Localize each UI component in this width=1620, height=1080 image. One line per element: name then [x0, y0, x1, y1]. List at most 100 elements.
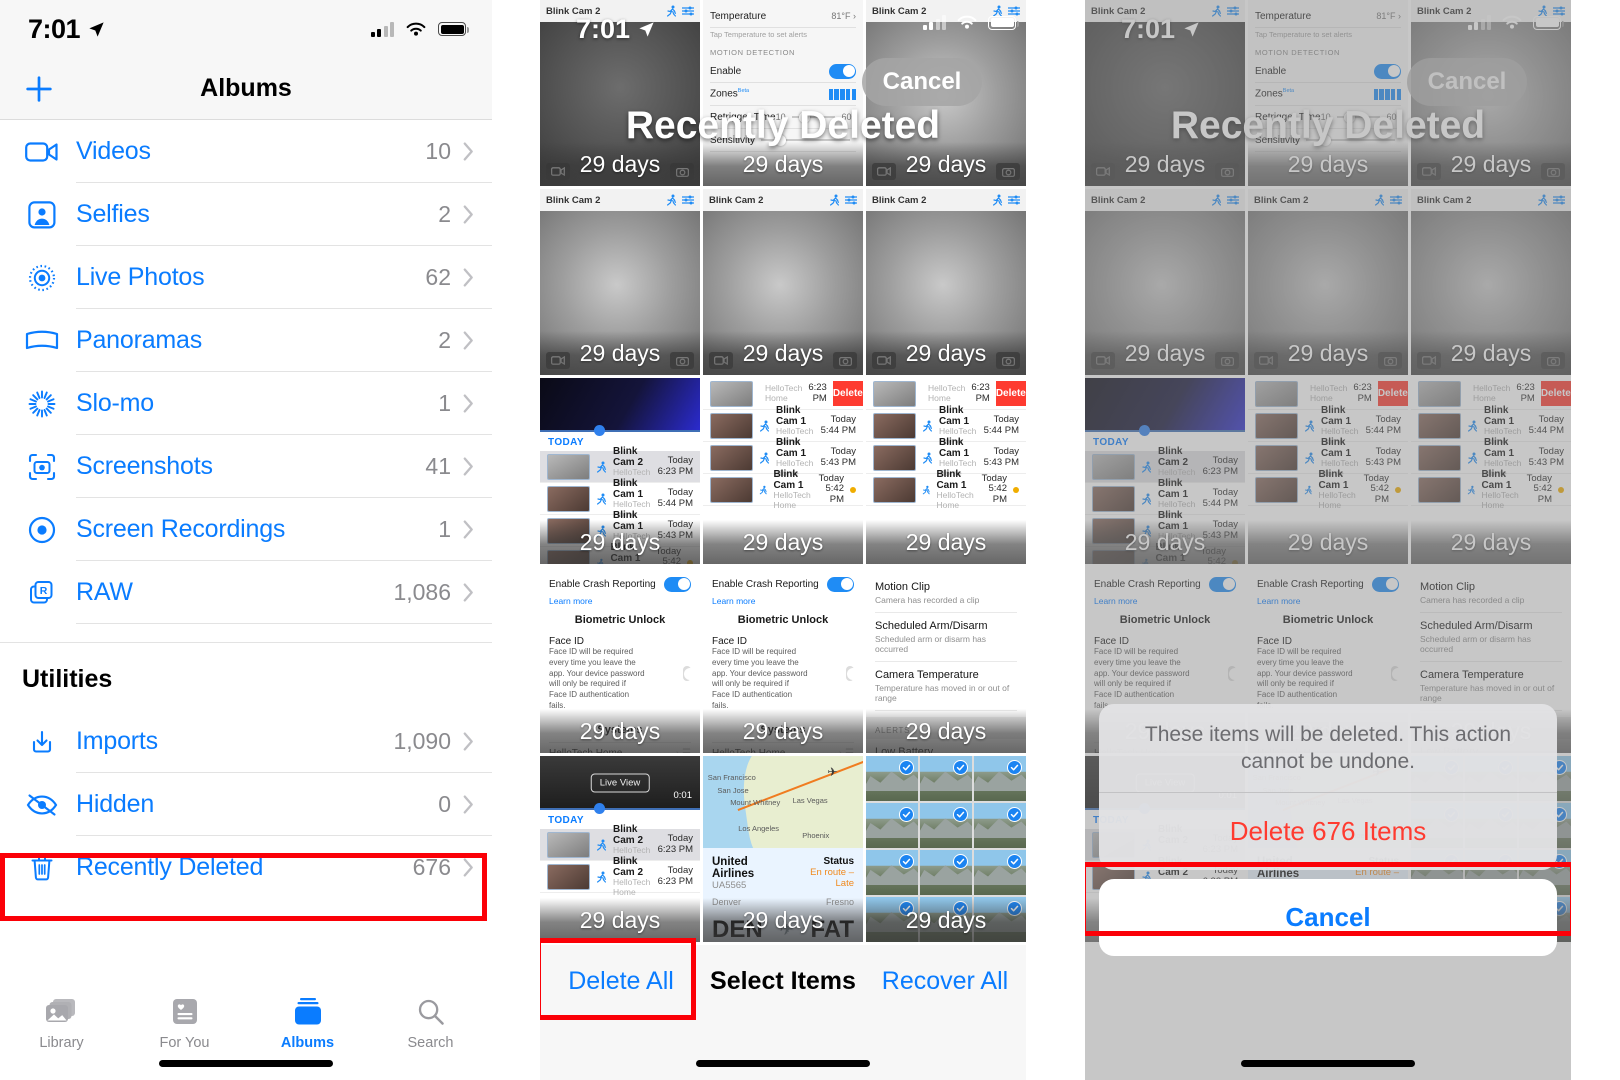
plus-icon[interactable] [22, 72, 56, 106]
cancel-button[interactable]: Cancel [862, 58, 982, 106]
album-label: Screen Recordings [76, 515, 286, 543]
face-id-toggle[interactable] [845, 666, 860, 682]
deleted-item-cell[interactable]: Blink Cam 2 29 days [866, 189, 1026, 375]
flight-map[interactable]: San Francisco San Jose Mount Whitney Las… [703, 756, 863, 848]
setting-zones[interactable]: ZonesBeta [710, 83, 856, 106]
album-row-screenshots[interactable]: Screenshots 41 [0, 435, 492, 498]
crash-reporting-toggle[interactable] [827, 577, 854, 592]
delete-items-button[interactable]: Delete 676 Items [1099, 793, 1557, 870]
clip-name: Blink Cam 1 [939, 437, 970, 460]
clip-row[interactable]: Blink Cam 2HelloTech Home Today6:23 PM [540, 856, 700, 896]
clip-time: 5:42 PM [988, 483, 1008, 505]
photo-thumbnail[interactable] [919, 802, 973, 849]
album-label: Videos [76, 137, 151, 165]
delete-swipe-button[interactable]: Delete [832, 381, 863, 406]
album-row-screen-recordings[interactable]: Screen Recordings 1 [0, 498, 492, 561]
album-row-videos[interactable]: Videos 10 [0, 120, 492, 183]
learn-more-link[interactable]: Learn more [549, 596, 691, 606]
sensitivity-slider[interactable] [761, 134, 850, 146]
page-title: Albums [200, 74, 292, 102]
selected-checkmark-icon [899, 806, 915, 822]
album-row-live-photos[interactable]: Live Photos 62 [0, 246, 492, 309]
album-row-selfies[interactable]: Selfies 2 [0, 183, 492, 246]
tab-search[interactable]: Search [369, 994, 492, 1051]
deleted-item-cell[interactable]: Motion Clip Camera has recorded a clip Sch… [866, 567, 1026, 753]
photos-library-icon [45, 994, 79, 1030]
days-remaining-label: 29 days [540, 709, 700, 753]
setting-enable[interactable]: Enable [710, 60, 856, 83]
photo-thumbnail[interactable] [866, 802, 919, 849]
select-items-button[interactable]: Select Items [702, 967, 864, 996]
face-id-toggle[interactable] [682, 666, 697, 682]
crash-reporting-row[interactable]: Enable Crash Reporting [549, 573, 691, 596]
tab-label: Search [407, 1035, 454, 1051]
deleted-item-cell[interactable]: 29 days [866, 756, 1026, 942]
deleted-item-cell[interactable]: Blink Cam 2 29 days [703, 189, 863, 375]
photo-thumbnail[interactable] [866, 756, 919, 802]
alert-row[interactable]: Motion Clip Camera has recorded a clip [875, 574, 1017, 613]
crash-reporting-toggle[interactable] [664, 577, 691, 592]
live-view-button[interactable]: Live View [590, 773, 650, 793]
photo-thumbnail[interactable] [919, 849, 973, 896]
utility-label: Imports [76, 727, 158, 755]
portrait-person-icon [22, 195, 62, 235]
clip-hero-preview[interactable] [540, 378, 700, 436]
clip-time: 6:23 PM [657, 465, 693, 477]
album-row-raw[interactable]: R RAW 1,086 [0, 561, 492, 624]
tab-albums[interactable]: Albums [246, 994, 369, 1051]
cancel-button[interactable]: Cancel [1099, 879, 1557, 956]
enable-toggle[interactable] [829, 63, 856, 79]
photo-thumbnail[interactable] [973, 849, 1026, 896]
deleted-item-cell[interactable]: TODAY Blink Cam 2 HelloTech Home Today 6:2… [540, 378, 700, 564]
face-id-row[interactable]: Face ID Face ID will be required every ti… [549, 632, 697, 716]
utility-row-hidden[interactable]: Hidden 0 [0, 773, 492, 836]
clip-row[interactable]: Blink Cam 1HelloTech Home Today5:42 PM [866, 469, 1026, 509]
utility-row-imports[interactable]: Imports 1,090 [0, 710, 492, 773]
deleted-item-cell[interactable]: Blink Cam 2 29 days [540, 189, 700, 375]
tab-library[interactable]: Library [0, 994, 123, 1051]
setting-temperature[interactable]: Temperature 81°F › [710, 5, 856, 28]
face-id-row[interactable]: Face ID Face ID will be required every ti… [712, 632, 860, 716]
clip-thumbnail [547, 485, 590, 512]
learn-more-link[interactable]: Learn more [712, 596, 854, 606]
alert-description: Temperature has moved in or out of range [875, 683, 1010, 703]
delete-swipe-button[interactable]: Delete [995, 381, 1026, 406]
photo-thumbnail[interactable] [973, 802, 1026, 849]
retrigger-slider[interactable] [791, 111, 836, 123]
deleted-item-cell[interactable]: HelloTech Home 6:23 PM Delete Blink Cam … [866, 378, 1026, 564]
clip-day: Today [830, 414, 856, 426]
for-you-card-icon [171, 994, 199, 1030]
delete-all-button[interactable]: Delete All [540, 967, 702, 996]
recover-all-button[interactable]: Recover All [864, 967, 1026, 996]
alert-description: Scheduled arm or disarm has occurred [875, 634, 987, 654]
crash-reporting-row[interactable]: Enable Crash Reporting [712, 573, 854, 596]
deleted-item-cell[interactable]: HelloTech Home 6:23 PM Delete Blink Cam … [703, 378, 863, 564]
deleted-item-cell[interactable]: Enable Crash Reporting Learn more Biomet… [540, 567, 700, 753]
map-city-label: San Francisco [707, 772, 756, 782]
deleted-item-cell[interactable]: Live View 0:01 TODAY Blink Cam 2HelloTec… [540, 756, 700, 942]
days-remaining-label: 29 days [540, 331, 700, 375]
photo-thumbnail[interactable] [919, 756, 973, 802]
crash-reporting-label: Enable Crash Reporting [549, 579, 656, 590]
album-row-panoramas[interactable]: Panoramas 2 [0, 309, 492, 372]
alert-row[interactable]: Scheduled Arm/Disarm Scheduled arm or dis… [875, 613, 1017, 662]
photo-thumbnail[interactable] [866, 849, 919, 896]
chevron-right-icon [463, 331, 473, 350]
album-label: Selfies [76, 200, 150, 228]
photo-thumbnail[interactable] [973, 756, 1026, 802]
utility-row-recently-deleted[interactable]: Recently Deleted 676 [0, 836, 492, 899]
chevron-right-icon [463, 583, 473, 602]
tab-for-you[interactable]: For You [123, 994, 246, 1051]
screenshot-stage: 7:01 Albums Videos 10 Selfies 2 Live Pho… [0, 0, 1620, 1080]
clip-row[interactable]: Blink Cam 1HelloTech Home Today5:42 PM [703, 469, 863, 509]
alert-row[interactable]: Camera Temperature Temperature has moved … [875, 662, 1017, 711]
live-view-preview[interactable]: Live View 0:01 [540, 756, 700, 814]
album-label: Live Photos [76, 263, 205, 291]
status-time: 7:01 [28, 13, 81, 44]
deleted-item-cell[interactable]: Temperature 81°F › Tap Temperature to set… [703, 0, 863, 186]
album-row-slo-mo[interactable]: Slo-mo 1 [0, 372, 492, 435]
deleted-item-cell[interactable]: San Francisco San Jose Mount Whitney Las… [703, 756, 863, 942]
chevron-right-icon [463, 394, 473, 413]
setting-retrigger[interactable]: Retrigger Time 10 60s [710, 106, 856, 129]
deleted-item-cell[interactable]: Enable Crash Reporting Learn more Biomet… [703, 567, 863, 753]
